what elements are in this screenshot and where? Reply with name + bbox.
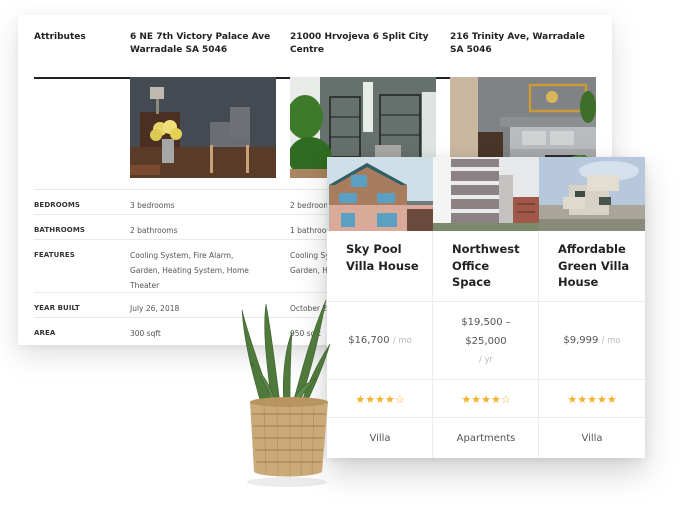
star-filled-icon: ★ xyxy=(375,392,385,406)
row-label: BEDROOMS xyxy=(34,201,81,209)
row-label: YEAR BUILT xyxy=(34,304,80,312)
property-image-1[interactable] xyxy=(130,77,276,178)
star-filled-icon: ★ xyxy=(461,392,472,406)
listing-image[interactable] xyxy=(327,157,433,231)
property-type: Villa xyxy=(327,417,433,458)
star-filled-icon: ★ xyxy=(384,392,395,406)
listing-image[interactable] xyxy=(433,157,539,231)
price-period: / mo xyxy=(601,336,621,346)
listing-column[interactable]: Sky Pool Villa House $16,700 / mo ★ ★ ★ ★ ☆ … xyxy=(327,157,433,458)
listing-price: $19,500 – $25,000 / yr xyxy=(433,301,539,380)
star-filled-icon: ★ xyxy=(577,392,588,406)
row-label: AREA xyxy=(34,329,56,337)
star-filled-icon: ★ xyxy=(596,392,607,406)
star-filled-icon: ★ xyxy=(587,392,597,406)
price-amount: $19,500 – $25,000 xyxy=(461,316,511,347)
listing-price: $9,999 / mo xyxy=(539,301,645,380)
row-value: Cooling System, Fire Alarm, Garden, Heat… xyxy=(130,251,249,290)
price-amount: $16,700 xyxy=(348,335,390,346)
price-amount: $9,999 xyxy=(563,335,599,346)
price-period: / yr xyxy=(478,354,494,365)
price-period: / mo xyxy=(392,336,412,346)
star-filled-icon: ★ xyxy=(365,392,376,406)
listing-title[interactable]: Affordable Green Villa House xyxy=(558,241,638,291)
star-filled-icon: ★ xyxy=(490,392,501,406)
star-rating: ★ ★ ★ ★ ☆ xyxy=(433,379,539,418)
listing-price: $16,700 / mo xyxy=(327,301,433,380)
listing-column[interactable]: Northwest Office Space $19,500 – $25,000… xyxy=(433,157,539,458)
listing-title[interactable]: Sky Pool Villa House xyxy=(346,241,426,274)
star-empty-icon: ☆ xyxy=(394,392,405,406)
star-filled-icon: ★ xyxy=(481,392,491,406)
row-label: FEATURES xyxy=(34,251,75,259)
table-header: Attributes 6 NE 7th Victory Palace Ave W… xyxy=(34,31,596,79)
row-label: BATHROOMS xyxy=(34,226,86,234)
aloe-plant-decoration xyxy=(232,292,342,488)
listing-image[interactable] xyxy=(539,157,645,231)
property-type: Apartments xyxy=(433,417,539,458)
star-filled-icon: ★ xyxy=(567,392,578,406)
header-attributes: Attributes xyxy=(34,32,86,42)
row-value: 3 bedrooms xyxy=(130,201,175,210)
header-property-3[interactable]: 216 Trinity Ave, Warradale SA 5046 xyxy=(450,31,590,57)
property-type: Villa xyxy=(539,417,645,458)
star-filled-icon: ★ xyxy=(355,392,366,406)
header-property-1[interactable]: 6 NE 7th Victory Palace Ave Warradale SA… xyxy=(130,31,282,57)
header-property-2[interactable]: 21000 Hrvojeva 6 Split City Centre xyxy=(290,31,442,57)
star-filled-icon: ★ xyxy=(471,392,482,406)
star-rating: ★ ★ ★ ★ ☆ xyxy=(327,379,433,418)
plant-icon xyxy=(241,299,331,487)
row-value: 2 bathrooms xyxy=(130,226,178,235)
listing-title[interactable]: Northwest Office Space xyxy=(452,241,532,291)
listing-comparison-card: Sky Pool Villa House $16,700 / mo ★ ★ ★ ★ ☆ … xyxy=(327,157,645,458)
star-empty-icon: ☆ xyxy=(500,392,511,406)
star-filled-icon: ★ xyxy=(606,392,617,406)
listing-column[interactable]: Affordable Green Villa House $9,999 / mo… xyxy=(539,157,645,458)
star-rating: ★ ★ ★ ★ ★ xyxy=(539,379,645,418)
